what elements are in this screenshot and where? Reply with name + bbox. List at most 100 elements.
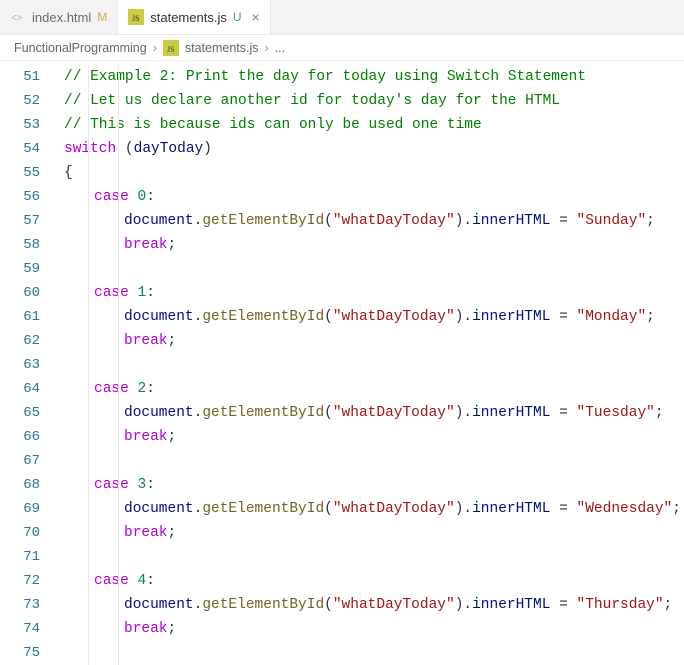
code-content[interactable]: // Example 2: Print the day for today us… [58,61,684,665]
code-line[interactable]: break; [64,521,684,545]
token-punc: ). [455,597,472,613]
code-line[interactable]: case 0: [64,185,684,209]
code-line[interactable] [64,641,684,665]
token-var: document [124,597,194,613]
token-prop: innerHTML [472,405,550,421]
token-punc: ; [672,501,681,517]
code-line[interactable]: case 3: [64,473,684,497]
token-var: document [124,501,194,517]
token-punc [129,285,138,301]
token-punc: ( [324,501,333,517]
token-punc: ( [324,309,333,325]
js-file-icon: JS [128,9,144,25]
token-string: "Monday" [577,309,647,325]
code-line[interactable]: break; [64,329,684,353]
code-line[interactable]: // Let us declare another id for today's… [64,89,684,113]
token-punc: ; [655,405,664,421]
token-punc: ). [455,213,472,229]
token-punc: ; [168,333,177,349]
token-punc [129,381,138,397]
tab-statements-js[interactable]: JS statements.js U × [118,0,270,34]
token-keyword: break [124,525,168,541]
tab-index-html[interactable]: <> index.html M [0,0,118,34]
token-num: 2 [138,381,147,397]
code-line[interactable]: case 1: [64,281,684,305]
code-line[interactable] [64,257,684,281]
token-func: getElementById [202,501,324,517]
token-string: "whatDayToday" [333,309,455,325]
token-punc: : [146,381,155,397]
token-func: getElementById [202,213,324,229]
token-var: dayToday [134,141,204,157]
svg-text:JS: JS [132,14,140,23]
code-line[interactable]: document.getElementById("whatDayToday").… [64,593,684,617]
code-line[interactable]: { [64,161,684,185]
token-punc: ; [168,621,177,637]
code-line[interactable]: break; [64,425,684,449]
code-line[interactable]: document.getElementById("whatDayToday").… [64,209,684,233]
breadcrumb-symbol[interactable]: ... [275,41,285,55]
line-number: 64 [0,377,58,401]
code-line[interactable]: document.getElementById("whatDayToday").… [64,401,684,425]
line-number: 65 [0,401,58,425]
token-prop: innerHTML [472,213,550,229]
token-prop: innerHTML [472,309,550,325]
code-line[interactable]: case 2: [64,377,684,401]
token-punc: ( [324,597,333,613]
line-number: 63 [0,353,58,377]
code-line[interactable]: // Example 2: Print the day for today us… [64,65,684,89]
token-keyword: case [94,573,129,589]
token-keyword: case [94,189,129,205]
line-number: 55 [0,161,58,185]
breadcrumb-folder[interactable]: FunctionalProgramming [14,41,147,55]
code-line[interactable] [64,353,684,377]
token-func: getElementById [202,405,324,421]
token-string: "whatDayToday" [333,501,455,517]
html-file-icon: <> [10,9,26,25]
breadcrumb-file[interactable]: statements.js [185,41,259,55]
line-number: 61 [0,305,58,329]
chevron-right-icon: › [153,41,157,55]
chevron-right-icon: › [265,41,269,55]
code-line[interactable] [64,545,684,569]
line-number: 58 [0,233,58,257]
line-number: 67 [0,449,58,473]
token-var: document [124,405,194,421]
js-file-icon: JS [163,40,179,56]
token-func: getElementById [202,597,324,613]
code-line[interactable]: document.getElementById("whatDayToday").… [64,497,684,521]
breadcrumb[interactable]: FunctionalProgramming › JS statements.js… [0,35,684,61]
code-line[interactable] [64,449,684,473]
line-number: 72 [0,569,58,593]
token-string: "Sunday" [577,213,647,229]
code-line[interactable]: document.getElementById("whatDayToday").… [64,305,684,329]
token-punc: : [146,477,155,493]
token-op: = [550,405,576,421]
token-string: "Tuesday" [577,405,655,421]
close-icon[interactable]: × [248,9,260,25]
line-number: 71 [0,545,58,569]
token-punc: ; [168,237,177,253]
tab-label: statements.js [150,10,227,25]
token-keyword: case [94,477,129,493]
token-keyword: break [124,237,168,253]
token-comment: // Let us declare another id for today's… [64,93,560,109]
tab-status: M [97,10,107,24]
code-editor[interactable]: 5152535455565758596061626364656667686970… [0,61,684,665]
token-num: 0 [138,189,147,205]
token-punc: ( [324,405,333,421]
token-num: 3 [138,477,147,493]
token-punc [129,189,138,205]
token-punc [129,477,138,493]
code-line[interactable]: // This is because ids can only be used … [64,113,684,137]
token-string: "Thursday" [577,597,664,613]
token-punc: ( [324,213,333,229]
code-line[interactable]: break; [64,617,684,641]
line-number: 70 [0,521,58,545]
code-line[interactable]: break; [64,233,684,257]
line-number: 69 [0,497,58,521]
code-line[interactable]: switch (dayToday) [64,137,684,161]
code-line[interactable]: case 4: [64,569,684,593]
token-punc: : [146,573,155,589]
token-num: 4 [138,573,147,589]
